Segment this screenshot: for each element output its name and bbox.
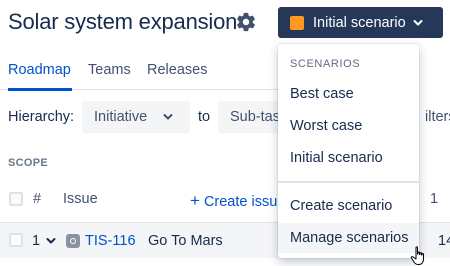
hand-pointer-icon	[410, 246, 424, 265]
hierarchy-label: Hierarchy:	[8, 109, 75, 125]
active-tab-indicator	[8, 88, 72, 91]
tab-roadmap[interactable]: Roadmap	[8, 62, 71, 78]
select-all-checkbox[interactable]	[9, 192, 23, 206]
column-number-header: #	[33, 191, 42, 207]
scenario-dropdown-menu: SCENARIOS Best case Worst case Initial s…	[278, 44, 419, 258]
menu-item-initial-scenario[interactable]: Initial scenario	[278, 143, 419, 173]
hierarchy-from-value: Initiative	[94, 109, 148, 125]
plus-icon: +	[190, 191, 200, 210]
filters-button[interactable]: ilters	[425, 109, 450, 125]
scenario-button-label: Initial scenario	[313, 14, 406, 31]
menu-divider	[278, 181, 419, 183]
menu-item-create-scenario[interactable]: Create scenario	[278, 191, 419, 221]
menu-item-worst-case[interactable]: Worst case	[278, 111, 419, 141]
issue-summary: Go To Mars	[148, 233, 223, 249]
scenarios-heading: SCENARIOS	[290, 58, 361, 70]
chevron-down-icon	[163, 114, 173, 120]
chevron-down-icon	[413, 19, 423, 25]
column-issue-header: Issue	[63, 191, 98, 207]
menu-item-best-case[interactable]: Best case	[278, 79, 419, 109]
create-issue-button[interactable]: + Create issu	[190, 191, 277, 211]
hierarchy-from-select[interactable]: Initiative	[82, 101, 190, 133]
scope-heading: SCOPE	[8, 157, 49, 169]
row-checkbox[interactable]	[9, 233, 23, 247]
row-number: 1	[32, 233, 41, 249]
page-title: Solar system expansion	[8, 9, 238, 34]
scenario-color-swatch	[290, 15, 304, 30]
gear-icon[interactable]	[235, 11, 257, 33]
column-right-header: 1	[430, 191, 439, 207]
scenario-selector-button[interactable]: Initial scenario	[278, 7, 443, 38]
create-issue-label: Create issu	[203, 194, 278, 210]
hierarchy-to-value: Sub-tas	[230, 109, 280, 125]
view-tabs: Roadmap Teams Releases	[0, 58, 290, 91]
chevron-down-icon[interactable]	[46, 236, 56, 246]
initiative-icon	[66, 234, 80, 248]
issue-key-link[interactable]: TIS-116	[85, 233, 136, 249]
hierarchy-to-label: to	[198, 109, 211, 125]
tab-releases[interactable]: Releases	[147, 62, 207, 78]
menu-item-manage-scenarios[interactable]: Manage scenarios	[278, 223, 419, 253]
tab-teams[interactable]: Teams	[88, 62, 131, 78]
row-right-value: 14	[438, 233, 450, 249]
